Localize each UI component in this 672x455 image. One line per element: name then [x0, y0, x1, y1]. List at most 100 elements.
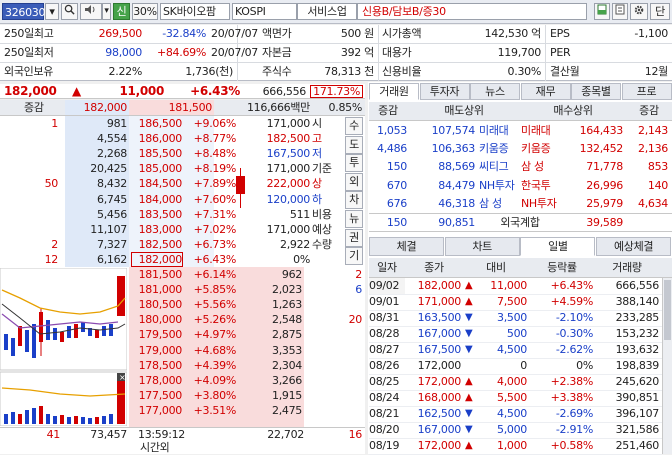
daily-date[interactable]: 08/20 — [369, 422, 405, 438]
ask-price[interactable]: 185,000 — [132, 162, 183, 176]
daily-scrollbar[interactable] — [662, 278, 672, 454]
tab-4[interactable]: 종목별 — [571, 83, 621, 100]
single-view-button[interactable]: 단 — [650, 3, 670, 20]
side-button-0[interactable]: 수 — [345, 117, 363, 135]
broker-buy-name[interactable]: 키움증 — [521, 140, 565, 159]
summary-label: 기준 — [312, 162, 332, 176]
daily-close: 167,000 — [417, 423, 462, 436]
daily-date[interactable]: 08/26 — [369, 358, 405, 374]
side-button-3[interactable]: 외 — [345, 172, 363, 191]
ask-pct: +6.43% — [193, 252, 237, 266]
toolbar: 326030 ▾ ▾ 신 30% SK바이오팜 KOSPI 서비스업 신용B/담… — [0, 0, 672, 24]
broker-sell-name[interactable]: 씨티그 — [479, 158, 521, 177]
broker-sell-qty: 46,318 — [438, 196, 475, 210]
tab-1[interactable]: 투자자 — [419, 83, 470, 100]
layout-icon[interactable] — [594, 3, 610, 20]
speaker-icon[interactable] — [80, 3, 102, 20]
daily-date[interactable]: 08/28 — [369, 326, 405, 342]
side-button-2[interactable]: 투 — [345, 154, 363, 173]
lower-tab-3[interactable]: 예상체결 — [596, 237, 672, 256]
side-button-7[interactable]: 기 — [345, 247, 363, 266]
ask-price[interactable]: 186,000 — [132, 132, 183, 146]
broker-buy-delta: 853 — [647, 160, 668, 174]
search-icon[interactable] — [61, 3, 78, 20]
tab-3[interactable]: 재무 — [520, 83, 571, 100]
daily-change: 0 — [520, 359, 527, 372]
daily-date[interactable]: 08/31 — [369, 310, 405, 326]
daily-volume: 321,586 — [615, 423, 660, 436]
broker-sell-name[interactable]: 미래대 — [479, 122, 521, 141]
daily-date[interactable]: 08/24 — [369, 390, 405, 406]
daily-change: 4,500 — [497, 407, 527, 420]
broker-sell-qty: 84,479 — [438, 178, 475, 192]
bid-price[interactable]: 179,000 — [132, 344, 183, 358]
down-arrow-icon: ▼ — [465, 344, 473, 355]
side-button-6[interactable]: 권 — [345, 228, 363, 247]
ask-price[interactable]: 182,500 — [132, 238, 183, 252]
ask-qty: 2,268 — [97, 147, 127, 161]
daily-date[interactable]: 08/19 — [369, 438, 405, 454]
daily-date[interactable]: 09/01 — [369, 294, 405, 310]
ask-price[interactable]: 185,500 — [132, 147, 183, 161]
bid-price[interactable]: 181,500 — [132, 268, 183, 282]
daily-date[interactable]: 08/25 — [369, 374, 405, 390]
ask-delta — [2, 132, 58, 146]
bid-price[interactable]: 177,000 — [132, 404, 183, 418]
after-hours-button[interactable]: 시간외 — [140, 441, 170, 454]
ask-price[interactable]: 186,500 — [132, 117, 183, 131]
daily-date[interactable]: 09/02 — [369, 278, 405, 294]
ask-price[interactable]: 183,000 — [132, 223, 183, 237]
stock-code-input[interactable]: 326030 — [2, 3, 46, 20]
ask-pct: +7.89% — [193, 177, 237, 191]
tab-5[interactable]: 프로 — [621, 83, 672, 100]
ask-price[interactable]: 182,000 — [131, 251, 183, 268]
broker-sell-name[interactable]: 키움증 — [479, 140, 521, 159]
broker-buy-name[interactable]: 한국투 — [521, 177, 565, 196]
ask-price[interactable]: 183,500 — [132, 208, 183, 222]
bid-price[interactable]: 177,500 — [132, 389, 183, 403]
bid-price[interactable]: 180,000 — [132, 313, 183, 327]
bid-qty-total: 22,702 — [267, 428, 304, 441]
daily-change: 5,500 — [497, 391, 527, 404]
bid-price[interactable]: 178,500 — [132, 359, 183, 373]
side-button-1[interactable]: 도 — [345, 135, 363, 154]
bid-price[interactable]: 180,500 — [132, 298, 183, 312]
ask-delta — [2, 162, 58, 176]
speaker-dropdown-icon[interactable]: ▾ — [102, 3, 111, 20]
tab-0[interactable]: 거래원 — [369, 83, 419, 100]
bid-pct: +4.68% — [193, 343, 237, 357]
summary-label: 저 — [312, 147, 322, 161]
ask-price[interactable]: 184,500 — [132, 177, 183, 191]
bid-price[interactable]: 178,000 — [132, 374, 183, 388]
ask-total-header: 182,000 — [65, 100, 129, 115]
daily-change: 500 — [506, 327, 527, 340]
foreign-sell-delta: 150 — [386, 216, 407, 229]
bid-delta — [306, 298, 362, 312]
lower-tab-2[interactable]: 일별 — [520, 237, 596, 256]
daily-date[interactable]: 08/27 — [369, 342, 405, 358]
scrollbar-thumb[interactable] — [664, 280, 671, 340]
gear-icon[interactable] — [630, 3, 648, 20]
lower-tab-1[interactable]: 차트 — [444, 237, 520, 256]
broker-sell-name[interactable]: NH투자 — [479, 177, 521, 196]
up-arrow-icon: ▲ — [465, 296, 473, 307]
daily-change: 7,500 — [497, 295, 527, 308]
tab-2[interactable]: 뉴스 — [470, 83, 520, 100]
side-button-4[interactable]: 차 — [345, 191, 363, 210]
broker-buy-name[interactable]: NH투자 — [521, 195, 565, 214]
ask-price[interactable]: 184,000 — [132, 193, 183, 207]
bid-price[interactable]: 181,000 — [132, 283, 183, 297]
lower-tab-0[interactable]: 체결 — [369, 237, 444, 256]
broker-sell-name[interactable]: 삼 성 — [479, 195, 521, 214]
time: 13:59:12 — [138, 428, 186, 441]
ask-qty: 5,456 — [97, 207, 127, 221]
code-dropdown-button[interactable]: ▾ — [45, 3, 59, 20]
down-arrow-icon: ▼ — [465, 312, 473, 323]
broker-buy-name[interactable]: 삼 성 — [521, 158, 565, 177]
side-button-5[interactable]: 뉴 — [345, 210, 363, 228]
sheet-icon[interactable] — [612, 3, 628, 20]
bid-delta — [306, 404, 362, 418]
broker-buy-name[interactable]: 미래대 — [521, 122, 565, 141]
bid-price[interactable]: 179,500 — [132, 328, 183, 342]
daily-date[interactable]: 08/21 — [369, 406, 405, 422]
